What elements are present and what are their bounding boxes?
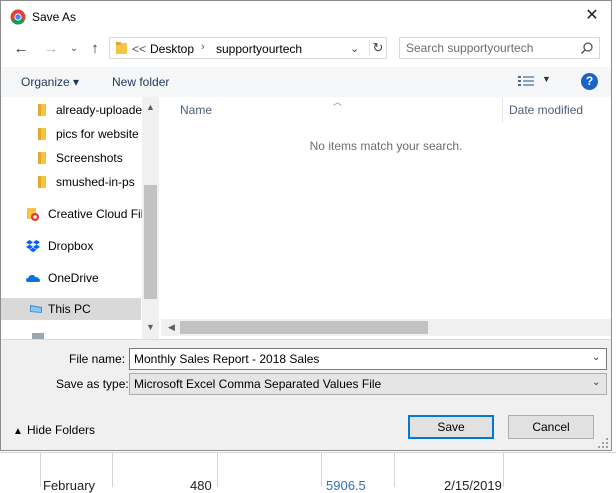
forward-button[interactable]: → [41, 39, 61, 59]
chrome-icon [10, 9, 26, 25]
recent-locations-chevron-icon[interactable]: ⌄ [64, 39, 84, 59]
save-as-type-value[interactable]: Microsoft Excel Comma Separated Values F… [134, 377, 381, 391]
search-input[interactable] [406, 40, 571, 56]
save-as-type-select[interactable]: Microsoft Excel Comma Separated Values F… [129, 373, 607, 395]
sheet-gridline [394, 452, 395, 487]
this-pc-icon [30, 305, 42, 313]
scrollbar-thumb[interactable] [180, 321, 428, 334]
refresh-icon[interactable]: ↻ [369, 40, 386, 56]
nav-item-already-uploaded[interactable]: already-uploade [1, 99, 143, 121]
folder-icon [38, 176, 46, 188]
breadcrumb-desktop[interactable]: Desktop [150, 42, 194, 56]
sort-indicator-icon: ︿ [333, 97, 343, 107]
empty-message: No items match your search. [309, 139, 463, 153]
hide-folders-label: Hide Folders [27, 423, 96, 437]
sheet-gridline [503, 452, 504, 487]
resize-grip-icon[interactable] [597, 437, 609, 449]
save-button[interactable]: Save [408, 415, 494, 439]
file-name-dropdown-icon[interactable]: ⌄ [592, 352, 600, 363]
file-name-value[interactable]: Monthly Sales Report - 2018 Sales [134, 352, 319, 366]
folder-icon [38, 104, 46, 116]
nav-item-label: Screenshots [56, 151, 123, 165]
view-dropdown-icon[interactable]: ▼ [542, 74, 551, 84]
search-box[interactable] [399, 37, 600, 59]
save-as-dialog: Save As ✕ ← → ⌄ ↑ << Desktop › supportyo… [0, 0, 612, 451]
nav-item-label: smushed-in-ps [56, 175, 135, 189]
organize-menu[interactable]: Organize ▾ [21, 75, 79, 89]
new-folder-button[interactable]: New folder [112, 75, 169, 89]
column-separator[interactable] [502, 97, 503, 123]
breadcrumb-separator-icon[interactable]: › [201, 41, 205, 53]
scroll-down-arrow-icon[interactable]: ▼ [142, 319, 159, 336]
nav-item-label: Creative Cloud Fil [48, 207, 144, 221]
nav-item-label: pics for website [56, 127, 139, 141]
breadcrumb-supportyourtech[interactable]: supportyourtech [216, 42, 302, 56]
nav-item-partial[interactable] [1, 323, 141, 339]
dialog-title: Save As [32, 10, 77, 24]
back-button[interactable]: ← [11, 39, 31, 59]
nav-item-screenshots[interactable]: Screenshots [1, 147, 141, 169]
sheet-gridline [217, 452, 218, 487]
close-button[interactable]: ✕ [577, 5, 607, 27]
nav-item-label: already-uploade [56, 103, 143, 117]
nav-item-label: Dropbox [48, 239, 94, 253]
nav-item-dropbox[interactable]: Dropbox [1, 235, 141, 257]
onedrive-icon [26, 275, 40, 282]
cancel-button[interactable]: Cancel [508, 415, 594, 439]
save-as-type-label: Save as type: [56, 377, 129, 391]
column-header-date-modified[interactable]: Date modified [509, 103, 583, 117]
folder-icon [116, 42, 127, 54]
drive-icon [32, 333, 44, 339]
title-bar: Save As ✕ [1, 1, 611, 31]
sheet-gridline [0, 452, 616, 453]
scrollbar-thumb[interactable] [144, 185, 157, 299]
command-toolbar: Organize ▾ New folder ▼ ? [1, 67, 611, 97]
sheet-cell[interactable]: 5906.5 [326, 478, 366, 493]
scroll-left-arrow-icon[interactable]: ◀ [163, 319, 180, 336]
save-as-type-dropdown-icon[interactable]: ⌄ [592, 377, 600, 388]
folder-icon [38, 128, 46, 140]
address-bar[interactable]: << Desktop › supportyourtech ⌄ ↻ [109, 37, 387, 59]
hide-folders-toggle[interactable]: ▲ Hide Folders [13, 423, 95, 437]
search-icon[interactable] [580, 41, 594, 55]
scroll-up-arrow-icon[interactable]: ▲ [142, 99, 159, 116]
file-name-field[interactable]: Monthly Sales Report - 2018 Sales ⌄ [129, 348, 607, 370]
divider [1, 339, 611, 340]
address-dropdown-icon[interactable]: ⌄ [350, 42, 359, 55]
column-header-name[interactable]: Name [180, 103, 212, 117]
nav-item-label: This PC [48, 302, 91, 316]
sheet-gridline [112, 452, 113, 487]
change-view-icon[interactable] [517, 74, 535, 88]
folder-icon [38, 152, 46, 164]
sheet-cell[interactable]: 2/15/2019 [444, 478, 502, 493]
nav-pane-scrollbar[interactable]: ▲ ▼ [142, 97, 159, 339]
navigation-pane[interactable]: already-uploade pics for website Screens… [1, 97, 159, 339]
sheet-gridline [40, 452, 41, 487]
creative-cloud-icon [27, 208, 39, 221]
navigation-bar: ← → ⌄ ↑ << Desktop › supportyourtech ⌄ ↻ [1, 31, 611, 67]
nav-item-label: OneDrive [48, 271, 99, 285]
sheet-gridline [321, 452, 322, 487]
nav-item-onedrive[interactable]: OneDrive [1, 267, 141, 289]
help-icon[interactable]: ? [581, 73, 598, 90]
dropbox-icon [26, 240, 40, 253]
file-list[interactable]: ︿ Name Date modified No items match your… [161, 97, 611, 339]
nav-item-this-pc[interactable]: This PC [1, 298, 141, 320]
horizontal-scrollbar[interactable]: ◀ [161, 319, 611, 336]
nav-item-creative-cloud[interactable]: Creative Cloud Fil [1, 203, 144, 225]
sheet-cell[interactable]: February [43, 478, 95, 493]
nav-item-smushed-in-ps[interactable]: smushed-in-ps [1, 171, 141, 193]
up-button[interactable]: ↑ [85, 39, 105, 59]
file-name-label: File name: [69, 352, 126, 366]
nav-item-pics-for-website[interactable]: pics for website [1, 123, 141, 145]
sheet-cell[interactable]: 480 [190, 478, 212, 493]
browse-area: already-uploade pics for website Screens… [1, 97, 611, 339]
address-overflow[interactable]: << [132, 42, 146, 56]
chevron-up-icon: ▲ [13, 426, 23, 437]
